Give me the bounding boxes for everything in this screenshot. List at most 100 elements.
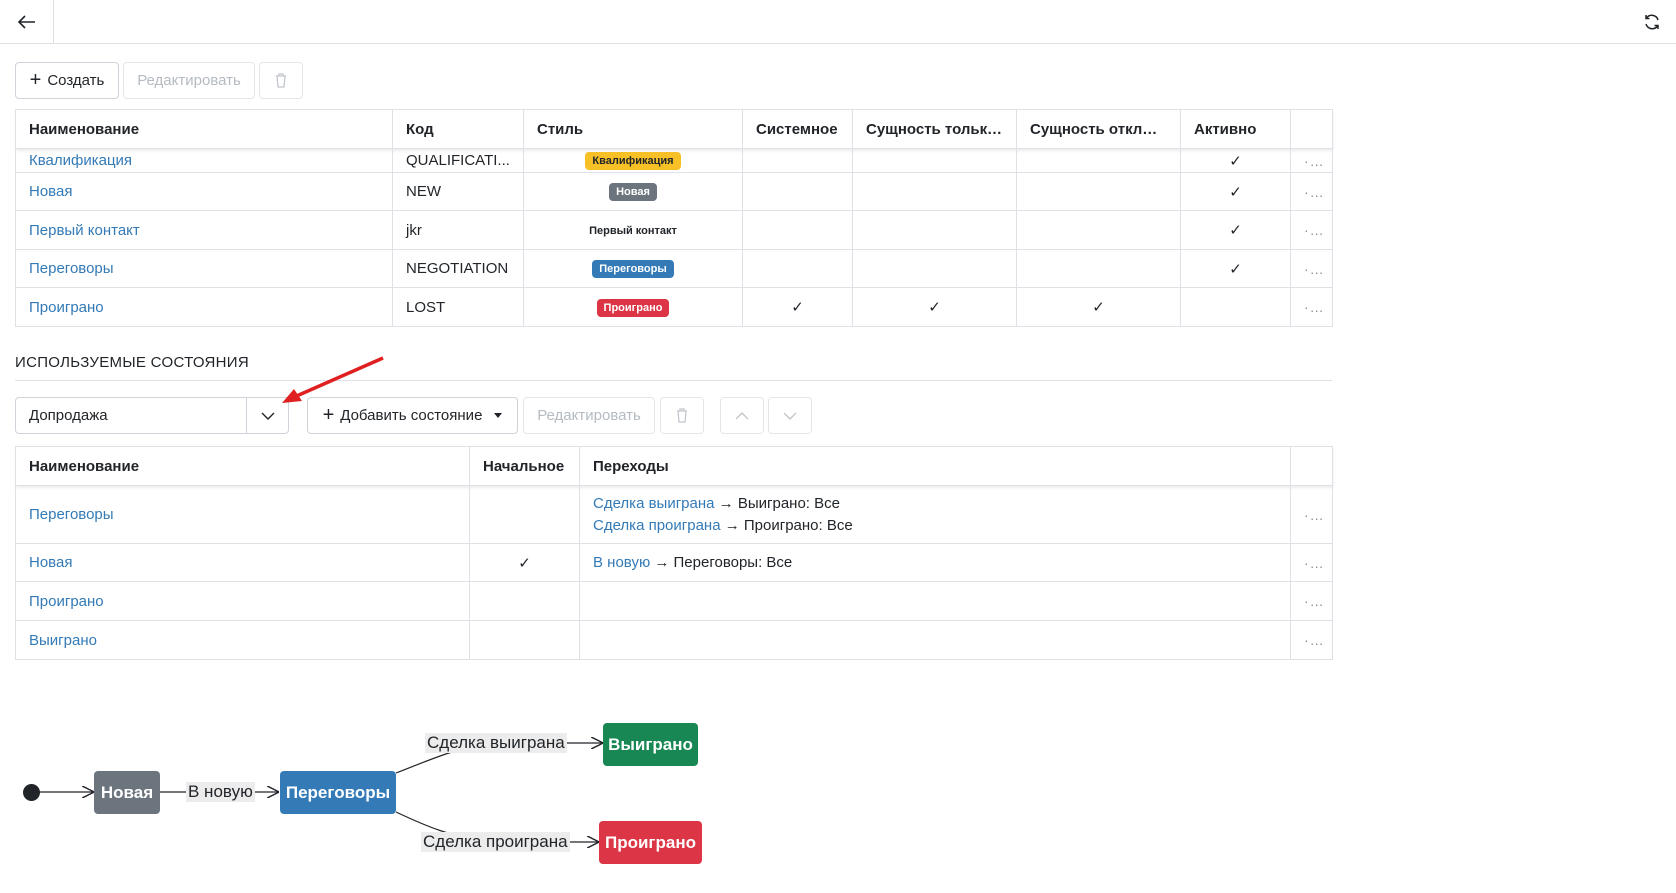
table-row[interactable]: Переговоры NEGOTIATION Переговоры ✓ ··· bbox=[15, 249, 1333, 288]
move-down-button[interactable] bbox=[768, 397, 812, 434]
entity-disabled-check bbox=[1016, 172, 1181, 211]
create-label: Создать bbox=[47, 72, 105, 89]
state-name[interactable]: Переговоры bbox=[29, 260, 114, 277]
style-badge: Переговоры bbox=[592, 260, 674, 278]
transitions-cell bbox=[579, 620, 1291, 660]
edge-label-to-negotiation: В новую bbox=[186, 782, 255, 802]
refresh-button[interactable] bbox=[1636, 6, 1668, 38]
row-menu-icon[interactable]: ··· bbox=[1290, 581, 1333, 621]
row-menu-icon[interactable]: ··· bbox=[1290, 620, 1333, 660]
back-button[interactable] bbox=[0, 0, 54, 44]
entity-only-check bbox=[852, 172, 1017, 211]
delete-button[interactable] bbox=[259, 62, 303, 99]
used-state-name[interactable]: Выиграно bbox=[29, 632, 97, 649]
edit-button[interactable]: Редактировать bbox=[123, 62, 255, 99]
used-state-name-cell[interactable]: Новая bbox=[15, 543, 470, 582]
table-row[interactable]: Переговоры Сделка выиграна → Выиграно: Вс… bbox=[15, 485, 1333, 544]
transition-target: → Проиграно: Все bbox=[720, 516, 853, 534]
table-row[interactable]: Проиграно ··· bbox=[15, 581, 1333, 621]
used-state-name-cell[interactable]: Переговоры bbox=[15, 485, 470, 544]
used-states-header: Наименование Начальное Переходы bbox=[15, 446, 1333, 486]
table-row[interactable]: Выиграно ··· bbox=[15, 620, 1333, 660]
system-check bbox=[742, 210, 853, 250]
col-header-entity-only[interactable]: Сущность только... bbox=[852, 109, 1017, 149]
used-state-name[interactable]: Новая bbox=[29, 554, 72, 571]
col-header-code[interactable]: Код bbox=[392, 109, 524, 149]
state-name[interactable]: Первый контакт bbox=[29, 222, 140, 239]
add-state-button[interactable]: + Добавить состояние bbox=[307, 397, 518, 434]
transition-link[interactable]: Сделка выиграна bbox=[593, 495, 715, 512]
edge-label-won: Сделка выиграна bbox=[425, 733, 567, 753]
state-name[interactable]: Квалификация bbox=[29, 152, 132, 169]
row-menu-icon[interactable]: ··· bbox=[1290, 287, 1333, 327]
table-row[interactable]: Первый контакт jkr Первый контакт ✓ ··· bbox=[15, 210, 1333, 250]
node-won: Выиграно bbox=[603, 723, 698, 766]
state-diagram: Новая В новую Переговоры Сделка выиграна… bbox=[0, 690, 760, 890]
transition-target: → Переговоры: Все bbox=[650, 553, 793, 571]
state-code: NEW bbox=[392, 172, 524, 211]
state-name-link[interactable]: Первый контакт bbox=[15, 210, 393, 250]
transition-line: Сделка выиграна → Выиграно: Все bbox=[593, 493, 1277, 515]
process-select[interactable]: Допродажа bbox=[15, 397, 289, 434]
state-style-cell: Переговоры bbox=[523, 249, 743, 288]
col-header-actions bbox=[1290, 446, 1333, 486]
table-row[interactable]: Новая NEW Новая ✓ ··· bbox=[15, 172, 1333, 211]
row-menu-icon[interactable]: ··· bbox=[1290, 543, 1333, 582]
row-menu-icon[interactable]: ··· bbox=[1290, 172, 1333, 211]
col-header-system[interactable]: Системное bbox=[742, 109, 853, 149]
transition-link[interactable]: В новую bbox=[593, 554, 650, 571]
col-header-entity-disabled[interactable]: Сущность отклю... bbox=[1016, 109, 1181, 149]
plus-icon: + bbox=[322, 403, 335, 426]
col-header-active[interactable]: Активно bbox=[1180, 109, 1291, 149]
move-up-button[interactable] bbox=[720, 397, 764, 434]
used-state-name[interactable]: Проиграно bbox=[29, 593, 104, 610]
state-code: jkr bbox=[392, 210, 524, 250]
style-badge: Новая bbox=[609, 183, 657, 201]
plus-icon: + bbox=[29, 68, 42, 91]
section-title: ИСПОЛЬЗУЕМЫЕ СОСТОЯНИЯ bbox=[15, 354, 249, 371]
row-menu-icon[interactable]: ··· bbox=[1290, 210, 1333, 250]
initial-check bbox=[469, 581, 580, 621]
table-row[interactable]: Проиграно LOST Проиграно ✓ ✓ ✓ ··· bbox=[15, 287, 1333, 327]
table-row[interactable]: Новая ✓ В новую → Переговоры: Все ··· bbox=[15, 543, 1333, 582]
col-header-transitions[interactable]: Переходы bbox=[579, 446, 1291, 486]
create-button[interactable]: + Создать bbox=[15, 62, 119, 99]
col-header-actions bbox=[1290, 109, 1333, 149]
active-check: ✓ bbox=[1180, 172, 1291, 211]
delete-state-button[interactable] bbox=[660, 397, 704, 434]
active-check bbox=[1180, 287, 1291, 327]
system-check: ✓ bbox=[742, 287, 853, 327]
col-header-initial[interactable]: Начальное bbox=[469, 446, 580, 486]
col-header-style[interactable]: Стиль bbox=[523, 109, 743, 149]
col-header-name[interactable]: Наименование bbox=[15, 109, 393, 149]
row-menu-icon[interactable]: ··· bbox=[1290, 148, 1333, 173]
state-name-link[interactable]: Новая bbox=[15, 172, 393, 211]
row-menu-icon[interactable]: ··· bbox=[1290, 485, 1333, 544]
state-name-link[interactable]: Квалификация bbox=[15, 148, 393, 173]
chevron-down-icon bbox=[783, 412, 797, 420]
transitions-cell bbox=[579, 581, 1291, 621]
used-state-name-cell[interactable]: Выиграно bbox=[15, 620, 470, 660]
caret-down-icon bbox=[494, 413, 503, 418]
initial-check: ✓ bbox=[469, 543, 580, 582]
state-name[interactable]: Проиграно bbox=[29, 299, 104, 316]
start-node bbox=[23, 784, 40, 801]
col-header-name[interactable]: Наименование bbox=[15, 446, 470, 486]
used-state-name[interactable]: Переговоры bbox=[29, 506, 114, 523]
used-states-table: Наименование Начальное Переходы Перегово… bbox=[15, 446, 1333, 660]
node-new: Новая bbox=[94, 771, 160, 814]
edit-state-button[interactable]: Редактировать bbox=[523, 397, 655, 434]
table-row[interactable]: Квалификация QUALIFICATI... Квалификация ✓ ·… bbox=[15, 148, 1333, 173]
state-name-link[interactable]: Переговоры bbox=[15, 249, 393, 288]
row-menu-icon[interactable]: ··· bbox=[1290, 249, 1333, 288]
state-name-link[interactable]: Проиграно bbox=[15, 287, 393, 327]
divider bbox=[15, 380, 1332, 381]
transition-line: Сделка проиграна → Проиграно: Все bbox=[593, 515, 1277, 537]
state-style-cell: Квалификация bbox=[523, 148, 743, 173]
process-select-value: Допродажа bbox=[29, 407, 108, 424]
used-state-name-cell[interactable]: Проиграно bbox=[15, 581, 470, 621]
state-name[interactable]: Новая bbox=[29, 183, 72, 200]
states-table: Наименование Код Стиль Системное Сущност… bbox=[15, 109, 1333, 327]
state-style-cell: Проиграно bbox=[523, 287, 743, 327]
transition-link[interactable]: Сделка проиграна bbox=[593, 517, 721, 534]
